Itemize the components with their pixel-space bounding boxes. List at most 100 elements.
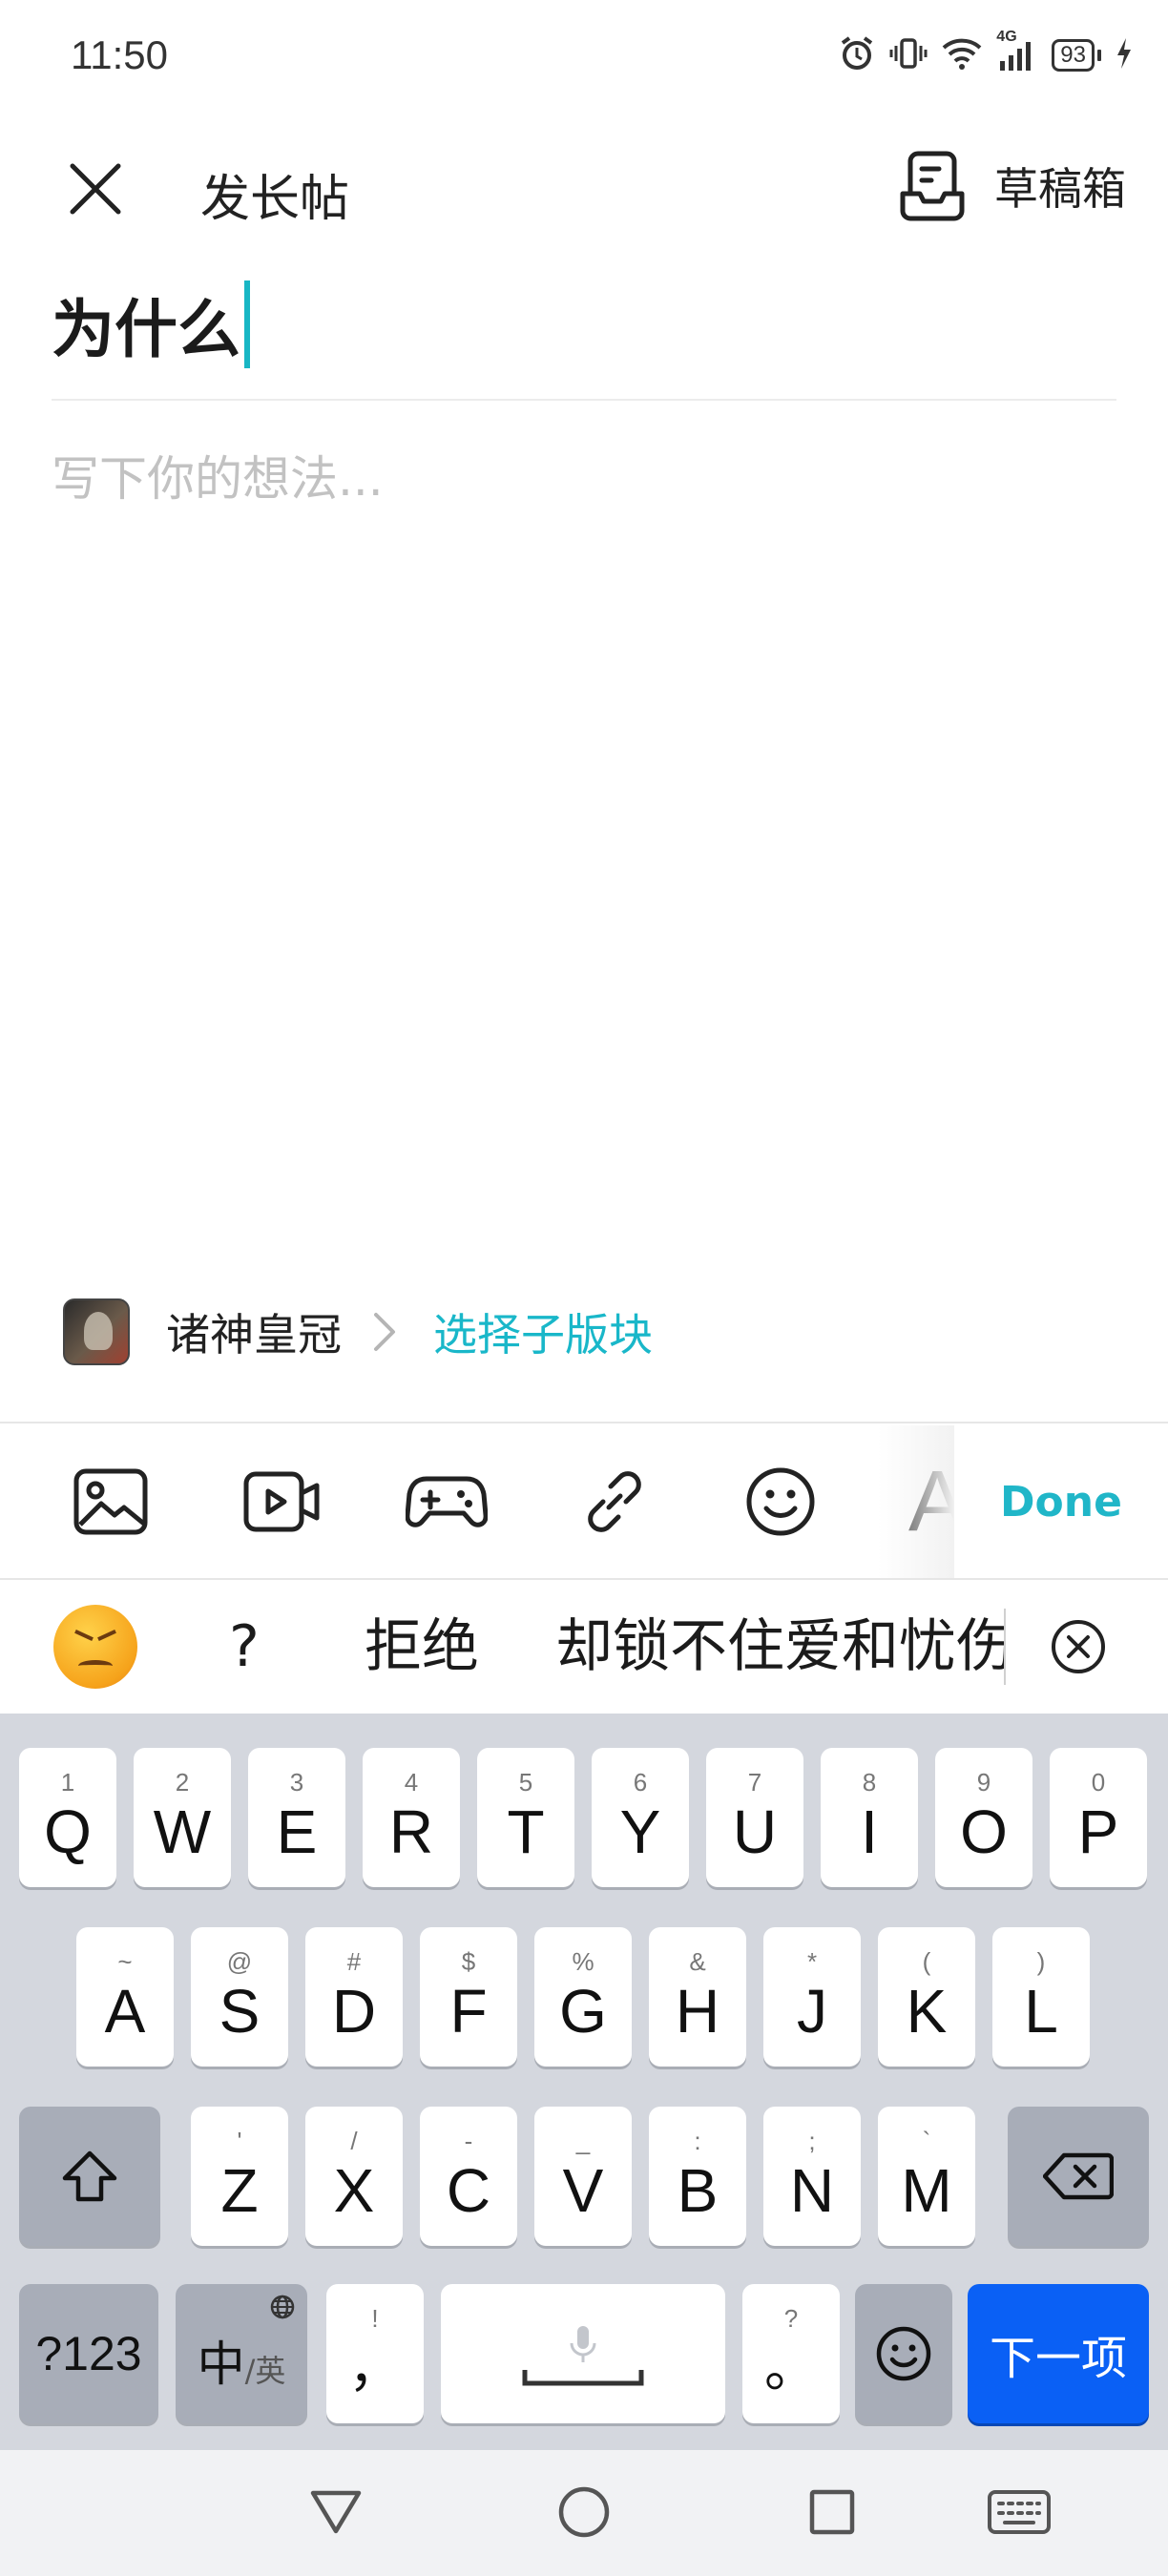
close-button[interactable] [57, 151, 134, 227]
key-j[interactable]: * J [763, 1927, 861, 2067]
body-placeholder: 写下你的想法... [52, 451, 384, 507]
forum-avatar [63, 1298, 130, 1365]
link-button[interactable] [567, 1454, 662, 1549]
key-o[interactable]: 9O [935, 1748, 1032, 1887]
suggestion-item[interactable]: ? [229, 1605, 260, 1689]
body-input[interactable]: 写下你的想法... [52, 441, 1116, 1261]
emoji-key[interactable] [855, 2284, 952, 2423]
key-w[interactable]: 2W [134, 1748, 231, 1887]
keyboard-toggle-button[interactable] [981, 2479, 1057, 2545]
shift-key[interactable] [19, 2107, 160, 2246]
forum-name: 诸神皇冠 [166, 1309, 342, 1361]
backspace-key[interactable] [1008, 2107, 1149, 2246]
recents-square-icon [809, 2489, 855, 2535]
emoji-button[interactable] [733, 1454, 828, 1549]
key-f[interactable]: $ F [420, 1927, 517, 2067]
key-d[interactable]: # D [305, 1927, 403, 2067]
editor-toolbar: A Done [0, 1425, 1168, 1578]
comma-key[interactable]: !， [326, 2284, 424, 2423]
close-icon [70, 163, 121, 215]
key-s[interactable]: @ S [191, 1927, 288, 2067]
globe-icon [270, 2295, 295, 2319]
key-z[interactable]: ' Z [191, 2107, 288, 2246]
text-caret [244, 280, 250, 368]
language-switch-key[interactable]: 中 /英 [176, 2284, 307, 2423]
key-k[interactable]: (K [878, 1927, 975, 2067]
shift-icon [62, 2150, 117, 2202]
header: 发长帖 草稿箱 [0, 134, 1168, 239]
battery-indicator: 93 [1052, 39, 1101, 72]
key-l[interactable]: ) L [992, 1927, 1090, 2067]
key-a[interactable]: ~ A [76, 1927, 174, 2067]
key-p[interactable]: 0P [1050, 1748, 1147, 1887]
title-input[interactable]: 为什么 [52, 267, 1116, 382]
key-y[interactable]: 6Y [592, 1748, 689, 1887]
back-triangle-icon [310, 2490, 362, 2534]
key-c[interactable]: -C [420, 2107, 517, 2246]
symbols-key[interactable]: ?123 [19, 2284, 158, 2423]
key-h[interactable]: & H [649, 1927, 746, 2067]
close-suggestions-button[interactable] [1050, 1618, 1107, 1675]
key-e[interactable]: 3E [248, 1748, 345, 1887]
key-n[interactable]: ; N [763, 2107, 861, 2246]
select-subforum-link[interactable]: 选择子版块 [433, 1300, 653, 1363]
space-key[interactable] [441, 2284, 725, 2423]
key-b[interactable]: :B [649, 2107, 746, 2246]
lang-alt-label: /英 [244, 2353, 286, 2389]
key-i[interactable]: 8I [821, 1748, 918, 1887]
drafts-icon [900, 151, 965, 221]
video-icon [243, 1471, 320, 1532]
image-button[interactable] [63, 1454, 158, 1549]
key-g[interactable]: % G [534, 1927, 632, 2067]
wifi-icon [941, 34, 983, 76]
chevron-right-icon [370, 1303, 408, 1361]
key-q[interactable]: 1Q [19, 1748, 116, 1887]
home-circle-icon [558, 2486, 610, 2538]
vibrate-icon [889, 34, 928, 76]
period-key[interactable]: ?。 [742, 2284, 840, 2423]
recents-nav-button[interactable] [794, 2479, 870, 2545]
key-v[interactable]: _ V [534, 2107, 632, 2246]
forum-selector[interactable]: 诸神皇冠 选择子版块 [63, 1294, 653, 1370]
drafts-button[interactable]: 草稿箱 [899, 145, 1126, 227]
close-circle-icon [1052, 1620, 1105, 1673]
toolbar-divider [0, 1422, 1168, 1423]
emoji-icon [746, 1467, 815, 1536]
title-divider [52, 399, 1116, 401]
network-type: 4G [996, 29, 1017, 45]
charging-icon [1115, 34, 1134, 76]
suggestion-item[interactable]: 却锁不住爱和忧伤 [555, 1605, 1004, 1689]
battery-level: 93 [1052, 39, 1095, 72]
status-bar: 11:50 4G 93 [0, 0, 1168, 114]
key-t[interactable]: 5T [477, 1748, 574, 1887]
back-nav-button[interactable] [298, 2479, 374, 2545]
done-button[interactable]: Done [954, 1425, 1168, 1578]
status-time: 11:50 [71, 32, 168, 77]
key-r[interactable]: 4R [363, 1748, 460, 1887]
key-u[interactable]: 7U [706, 1748, 803, 1887]
link-icon [588, 1471, 641, 1532]
navigation-bar [0, 2450, 1168, 2576]
next-field-key-label: 下一项 [989, 2332, 1127, 2385]
backspace-icon [1043, 2152, 1114, 2200]
video-button[interactable] [235, 1454, 330, 1549]
page-title: 发长帖 [200, 171, 350, 228]
game-button[interactable] [399, 1454, 494, 1549]
microphone-icon [570, 2326, 596, 2362]
drafts-label: 草稿箱 [994, 163, 1126, 215]
key-x[interactable]: / X [305, 2107, 403, 2246]
suggestion-item[interactable]: 拒绝 [365, 1605, 479, 1689]
image-icon [73, 1468, 148, 1535]
suggestion-emoji[interactable] [53, 1605, 137, 1689]
keyboard-icon [988, 2490, 1051, 2534]
home-nav-button[interactable] [546, 2479, 622, 2545]
next-field-key[interactable]: 下一项 [968, 2284, 1149, 2423]
symbols-key-label: ?123 [35, 2327, 142, 2380]
status-icons: 4G 93 [838, 29, 1134, 78]
candidate-bar: ? 拒绝 却锁不住爱和忧伤 [0, 1580, 1168, 1714]
title-input-value: 为什么 [52, 293, 240, 366]
keyboard: 1Q 2W 3E 4R 5T 6Y 7U 8I 9O 0P ~ A @ S # D $… [0, 1714, 1168, 2450]
lang-main-label: 中 [197, 2337, 245, 2392]
signal-icon: 4G [996, 29, 1038, 74]
key-m[interactable]: ` M [878, 2107, 975, 2246]
